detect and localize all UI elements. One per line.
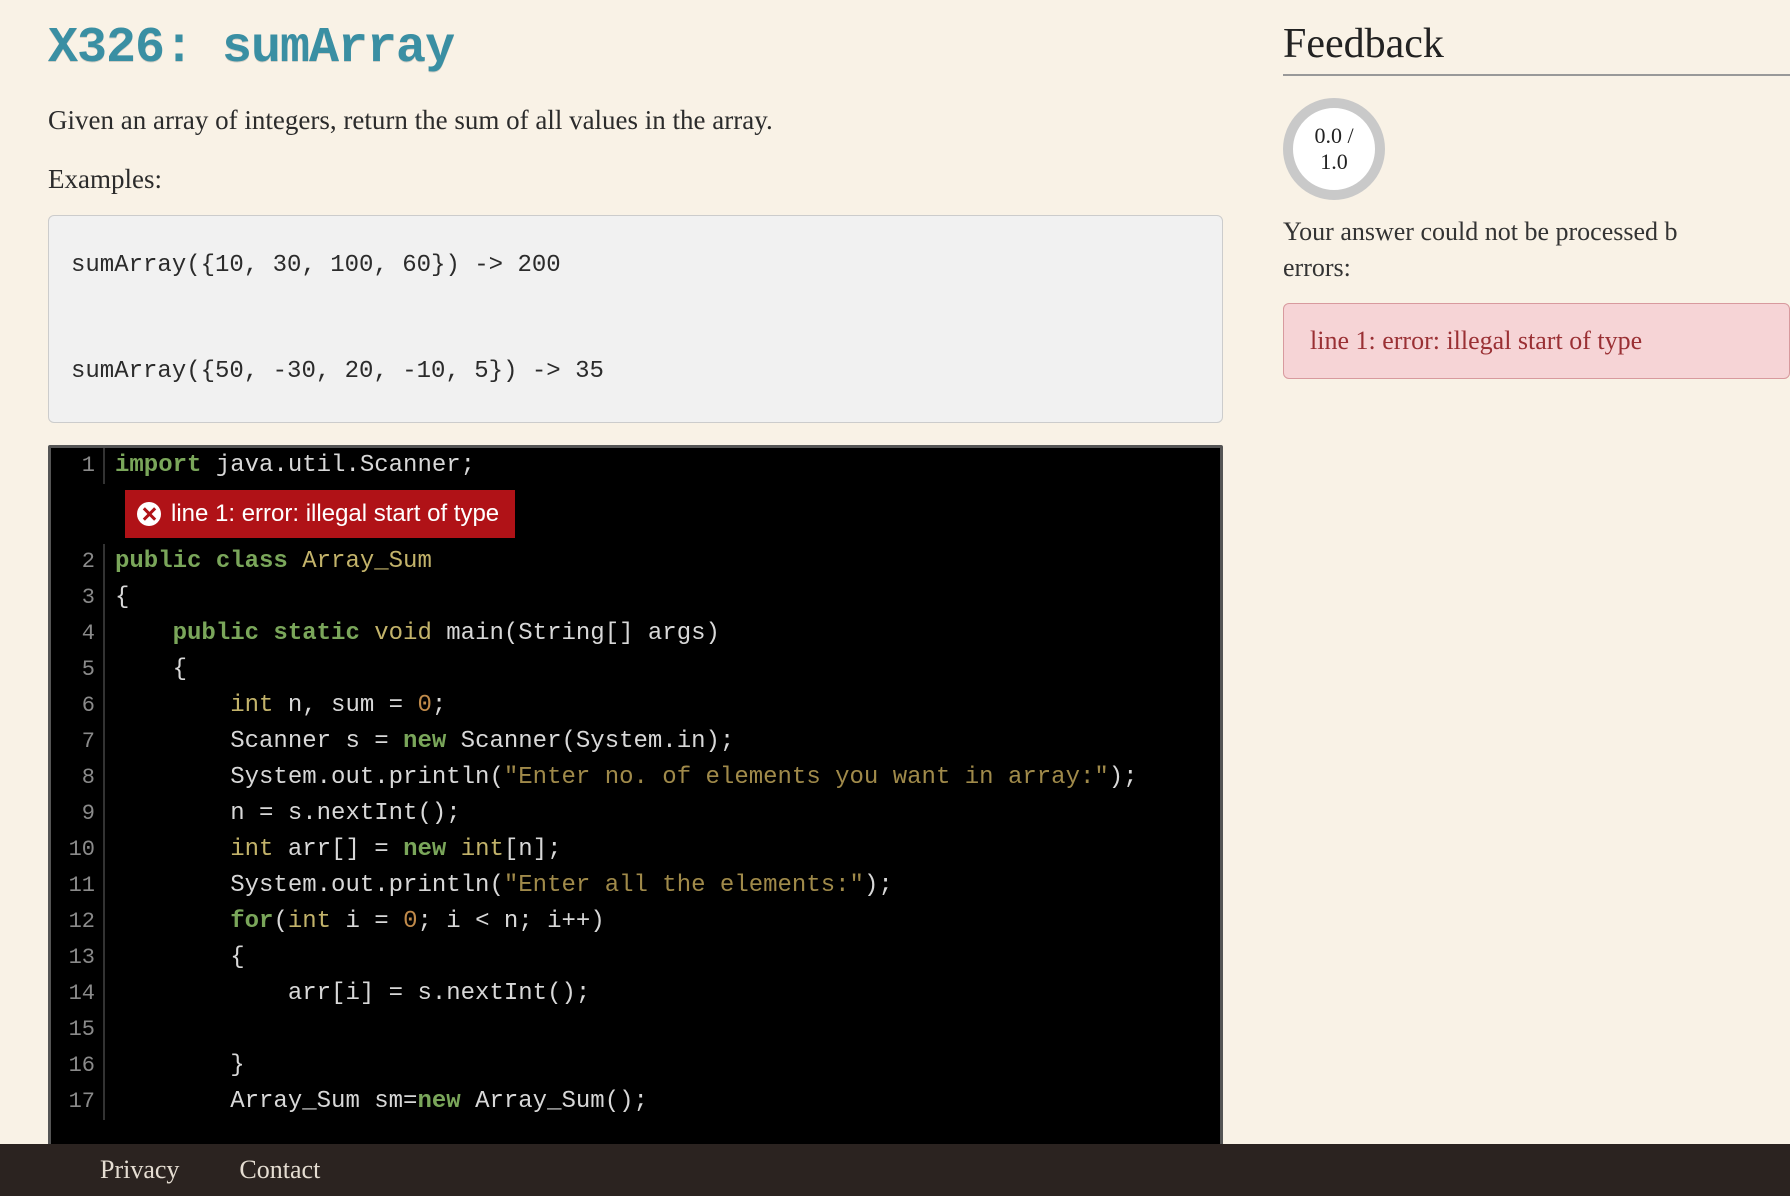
line-number: 2	[51, 544, 105, 580]
line-number: 4	[51, 616, 105, 652]
inline-error-text: line 1: error: illegal start of type	[171, 500, 499, 528]
problem-description: Given an array of integers, return the s…	[48, 105, 1223, 136]
line-number: 13	[51, 940, 105, 976]
footer-bar: Privacy Contact	[0, 1144, 1790, 1196]
code-content[interactable]	[105, 1012, 1220, 1048]
code-content[interactable]: {	[105, 940, 1220, 976]
code-content[interactable]: Scanner s = new Scanner(System.in);	[105, 724, 1220, 760]
line-number: 12	[51, 904, 105, 940]
code-content[interactable]: {	[105, 580, 1220, 616]
code-line[interactable]: 8 System.out.println("Enter no. of eleme…	[51, 760, 1220, 796]
code-line[interactable]: 17 Array_Sum sm=new Array_Sum();	[51, 1084, 1220, 1120]
score-ring: 0.0 / 1.0	[1283, 98, 1385, 200]
line-number: 11	[51, 868, 105, 904]
feedback-message-line2: errors:	[1283, 253, 1351, 282]
feedback-message: Your answer could not be processed b err…	[1283, 214, 1790, 287]
code-line[interactable]: 7 Scanner s = new Scanner(System.in);	[51, 724, 1220, 760]
code-content[interactable]: {	[105, 652, 1220, 688]
code-line[interactable]: 5 {	[51, 652, 1220, 688]
code-content[interactable]: n = s.nextInt();	[105, 796, 1220, 832]
code-line[interactable]: 2public class Array_Sum	[51, 544, 1220, 580]
feedback-heading: Feedback	[1283, 20, 1790, 76]
line-number: 17	[51, 1084, 105, 1120]
code-content[interactable]: int arr[] = new int[n];	[105, 832, 1220, 868]
code-content[interactable]: import java.util.Scanner;	[105, 448, 1220, 484]
code-line[interactable]: 3{	[51, 580, 1220, 616]
code-line[interactable]: 4 public static void main(String[] args)	[51, 616, 1220, 652]
line-number: 7	[51, 724, 105, 760]
code-content[interactable]: Array_Sum sm=new Array_Sum();	[105, 1084, 1220, 1120]
code-line[interactable]: 9 n = s.nextInt();	[51, 796, 1220, 832]
line-number: 6	[51, 688, 105, 724]
code-line[interactable]: 13 {	[51, 940, 1220, 976]
code-content[interactable]: System.out.println("Enter no. of element…	[105, 760, 1220, 796]
code-line[interactable]: 16 }	[51, 1048, 1220, 1084]
code-content[interactable]: public class Array_Sum	[105, 544, 1220, 580]
code-content[interactable]: }	[105, 1048, 1220, 1084]
line-number: 5	[51, 652, 105, 688]
compile-error-box: line 1: error: illegal start of type	[1283, 303, 1790, 379]
examples-box: sumArray({10, 30, 100, 60}) -> 200 sumAr…	[48, 215, 1223, 423]
code-editor[interactable]: 1import java.util.Scanner; line 1: error:…	[48, 445, 1223, 1165]
examples-label: Examples:	[48, 164, 1223, 195]
code-content[interactable]: System.out.println("Enter all the elemen…	[105, 868, 1220, 904]
inline-error-badge[interactable]: line 1: error: illegal start of type	[125, 490, 515, 538]
line-number: 1	[51, 448, 105, 484]
line-number: 14	[51, 976, 105, 1012]
code-line[interactable]: 6 int n, sum = 0;	[51, 688, 1220, 724]
code-line[interactable]: 15	[51, 1012, 1220, 1048]
footer-link-contact[interactable]: Contact	[239, 1155, 320, 1185]
score-earned: 0.0 /	[1314, 123, 1353, 149]
line-number: 3	[51, 580, 105, 616]
code-content[interactable]: arr[i] = s.nextInt();	[105, 976, 1220, 1012]
code-line[interactable]: 10 int arr[] = new int[n];	[51, 832, 1220, 868]
line-number: 8	[51, 760, 105, 796]
code-line[interactable]: 1import java.util.Scanner;	[51, 448, 1220, 484]
score-total: 1.0	[1320, 149, 1348, 175]
line-number: 15	[51, 1012, 105, 1048]
code-line[interactable]: 14 arr[i] = s.nextInt();	[51, 976, 1220, 1012]
code-line[interactable]: 11 System.out.println("Enter all the ele…	[51, 868, 1220, 904]
problem-title: X326: sumArray	[48, 20, 1223, 77]
feedback-message-line1: Your answer could not be processed b	[1283, 217, 1678, 246]
line-number: 9	[51, 796, 105, 832]
code-line[interactable]: 12 for(int i = 0; i < n; i++)	[51, 904, 1220, 940]
footer-link-privacy[interactable]: Privacy	[100, 1155, 179, 1185]
code-content[interactable]: for(int i = 0; i < n; i++)	[105, 904, 1220, 940]
line-number: 10	[51, 832, 105, 868]
code-content[interactable]: public static void main(String[] args)	[105, 616, 1220, 652]
error-icon	[137, 502, 161, 526]
line-number: 16	[51, 1048, 105, 1084]
code-content[interactable]: int n, sum = 0;	[105, 688, 1220, 724]
